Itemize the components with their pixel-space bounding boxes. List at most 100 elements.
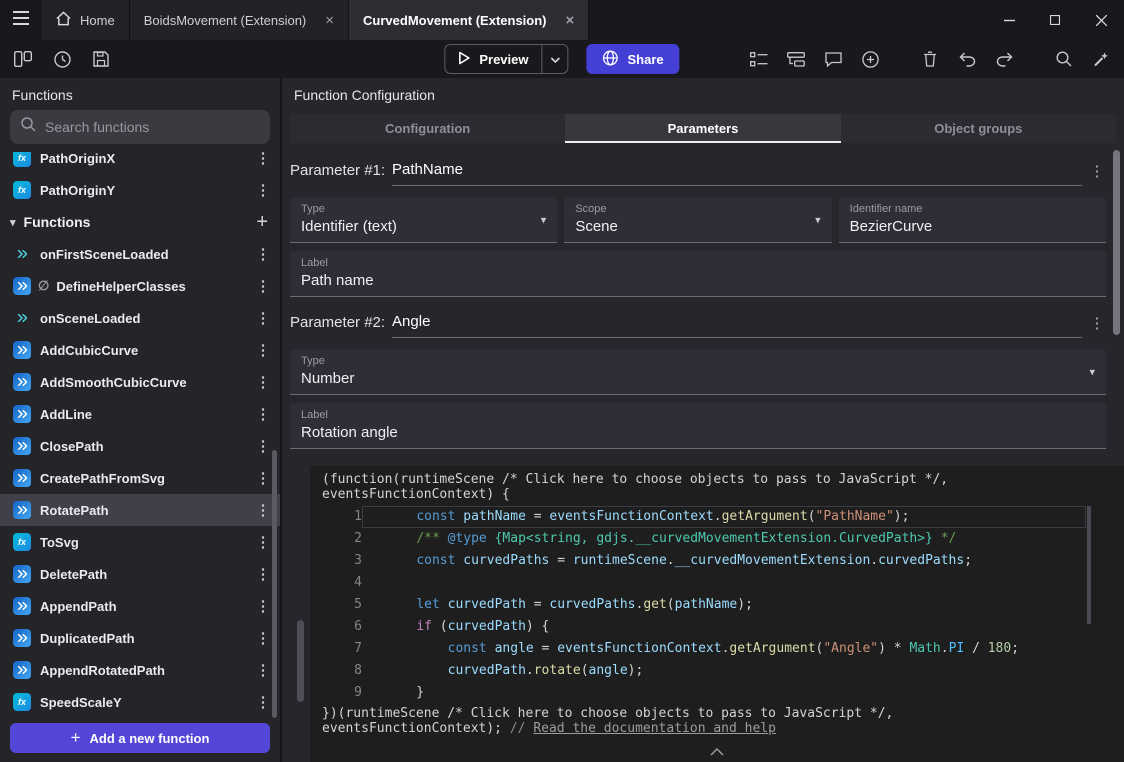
events-indent-icon[interactable] (785, 48, 807, 70)
function-menu-button[interactable]: ⋮ (254, 245, 272, 263)
function-menu-button[interactable]: ⋮ (254, 629, 272, 647)
parameter-2-type-select[interactable]: Type Number ▾ (290, 349, 1106, 395)
code-line-content[interactable]: if (curvedPath) { (362, 616, 1086, 638)
function-item[interactable]: onSceneLoaded⋮ (0, 302, 280, 334)
add-circle-icon[interactable] (859, 48, 881, 70)
function-item[interactable]: DuplicatedPath⋮ (0, 622, 280, 654)
trash-icon[interactable] (919, 48, 941, 70)
collapse-editor-button[interactable] (710, 745, 724, 760)
share-button[interactable]: Share (587, 44, 680, 74)
code-line[interactable]: 8 curvedPath.rotate(angle); (310, 660, 1124, 682)
code-line-content[interactable]: curvedPath.rotate(angle); (362, 660, 1086, 682)
code-line-content[interactable]: const pathName = eventsFunctionContext.g… (362, 506, 1086, 528)
function-item[interactable]: CreatePathFromSvg⋮ (0, 462, 280, 494)
function-menu-button[interactable]: ⋮ (254, 469, 272, 487)
collapse-arrow-icon[interactable]: ▾ (10, 216, 16, 229)
events-list-icon[interactable] (748, 48, 770, 70)
function-menu-button[interactable]: ⋮ (254, 341, 272, 359)
function-menu-button[interactable]: ⋮ (254, 437, 272, 455)
function-item[interactable]: AppendPath⋮ (0, 590, 280, 622)
add-function-button[interactable]: + Add a new function (10, 723, 270, 753)
close-tab-icon[interactable]: × (566, 13, 575, 28)
editor-scrollbar[interactable] (1087, 506, 1091, 624)
parameter-1-scope-select[interactable]: Scope Scene ▾ (564, 197, 831, 243)
code-line-content[interactable]: let curvedPath = curvedPaths.get(pathNam… (362, 594, 1086, 616)
function-item[interactable]: ClosePath⋮ (0, 430, 280, 462)
function-menu-button[interactable]: ⋮ (254, 693, 272, 711)
close-window-button[interactable] (1078, 0, 1124, 40)
code-line[interactable]: 9 } (310, 682, 1124, 704)
function-item[interactable]: fxPathOriginX⋮ (0, 152, 280, 174)
function-item[interactable]: ∅DefineHelperClasses⋮ (0, 270, 280, 302)
function-menu-button[interactable]: ⋮ (254, 152, 272, 167)
comment-icon[interactable] (822, 48, 844, 70)
code-line-content[interactable] (362, 572, 1086, 594)
function-menu-button[interactable]: ⋮ (254, 533, 272, 551)
tab-object-groups[interactable]: Object groups (841, 114, 1116, 143)
save-project-icon[interactable] (90, 48, 112, 70)
code-line[interactable]: 2 /** @type {Map<string, gdjs.__curvedMo… (310, 528, 1124, 550)
function-menu-button[interactable]: ⋮ (254, 277, 272, 295)
sidebar-scrollbar[interactable] (272, 450, 277, 718)
close-tab-icon[interactable]: × (325, 13, 334, 28)
parameter-1-name-field[interactable]: PathName (392, 161, 1082, 186)
main-menu-button[interactable] (0, 0, 42, 40)
search-functions-input[interactable] (45, 119, 259, 135)
function-menu-button[interactable]: ⋮ (254, 373, 272, 391)
tab-configuration[interactable]: Configuration (290, 114, 565, 143)
function-item[interactable]: fxToSvg⋮ (0, 526, 280, 558)
function-item[interactable]: AddCubicCurve⋮ (0, 334, 280, 366)
history-icon[interactable] (51, 48, 73, 70)
function-menu-button[interactable]: ⋮ (254, 565, 272, 583)
parameter-1-identifier-input[interactable]: Identifier name BezierCurve (839, 197, 1106, 243)
search-icon[interactable] (1053, 48, 1075, 70)
tab-boidsmovement[interactable]: BoidsMovement (Extension) × (130, 0, 349, 40)
tab-parameters[interactable]: Parameters (565, 114, 840, 143)
code-line[interactable]: 1 const pathName = eventsFunctionContext… (310, 506, 1124, 528)
code-line-content[interactable]: const angle = eventsFunctionContext.getA… (362, 638, 1086, 660)
search-functions-box[interactable] (10, 110, 270, 144)
code-line[interactable]: 3 const curvedPaths = runtimeScene.__cur… (310, 550, 1124, 572)
function-item[interactable]: AddSmoothCubicCurve⋮ (0, 366, 280, 398)
function-item[interactable]: onFirstSceneLoaded⋮ (0, 238, 280, 270)
magic-brush-icon[interactable] (1090, 48, 1112, 70)
redo-icon[interactable] (993, 48, 1015, 70)
function-menu-button[interactable]: ⋮ (254, 661, 272, 679)
preview-options-button[interactable] (542, 45, 568, 73)
function-item[interactable]: fxSpeedScaleY⋮ (0, 686, 280, 718)
function-item[interactable]: AppendRotatedPath⋮ (0, 654, 280, 686)
function-item[interactable]: fxPathOriginY⋮ (0, 174, 280, 206)
maximize-button[interactable] (1032, 0, 1078, 40)
functions-section-header[interactable]: ▾Functions+ (0, 206, 280, 238)
parameter-1-menu-button[interactable]: ⋮ (1088, 162, 1106, 186)
code-line[interactable]: 4 (310, 572, 1124, 594)
function-item[interactable]: AddLine⋮ (0, 398, 280, 430)
parameter-2-menu-button[interactable]: ⋮ (1088, 314, 1106, 338)
code-line-content[interactable]: const curvedPaths = runtimeScene.__curve… (362, 550, 1086, 572)
function-menu-button[interactable]: ⋮ (254, 501, 272, 519)
function-menu-button[interactable]: ⋮ (254, 597, 272, 615)
function-menu-button[interactable]: ⋮ (254, 181, 272, 199)
parameter-1-type-select[interactable]: Type Identifier (text) ▾ (290, 197, 557, 243)
code-line-content[interactable]: /** @type {Map<string, gdjs.__curvedMove… (362, 528, 1086, 550)
parameter-1-label-input[interactable]: Label Path name (290, 251, 1106, 297)
preview-button[interactable]: Preview (444, 44, 568, 74)
code-line-content[interactable]: } (362, 682, 1086, 704)
add-function-icon[interactable]: + (256, 212, 268, 232)
panel-scrollbar[interactable] (297, 620, 304, 702)
function-item[interactable]: RotatePath⋮ (0, 494, 280, 526)
code-line[interactable]: 5 let curvedPath = curvedPaths.get(pathN… (310, 594, 1124, 616)
js-code-editor[interactable]: (function(runtimeScene /* Click here to … (310, 466, 1124, 762)
minimize-button[interactable] (986, 0, 1032, 40)
parameter-2-label-input[interactable]: Label Rotation angle (290, 403, 1106, 449)
layout-panels-icon[interactable] (12, 48, 34, 70)
tab-curvedmovement[interactable]: CurvedMovement (Extension) × (349, 0, 589, 40)
function-menu-button[interactable]: ⋮ (254, 405, 272, 423)
tab-home[interactable]: Home (42, 0, 130, 40)
parameter-2-name-field[interactable]: Angle (392, 313, 1082, 338)
function-item[interactable]: DeletePath⋮ (0, 558, 280, 590)
configuration-scrollbar[interactable] (1113, 150, 1120, 335)
function-menu-button[interactable]: ⋮ (254, 309, 272, 327)
code-line[interactable]: 6 if (curvedPath) { (310, 616, 1124, 638)
code-line[interactable]: 7 const angle = eventsFunctionContext.ge… (310, 638, 1124, 660)
